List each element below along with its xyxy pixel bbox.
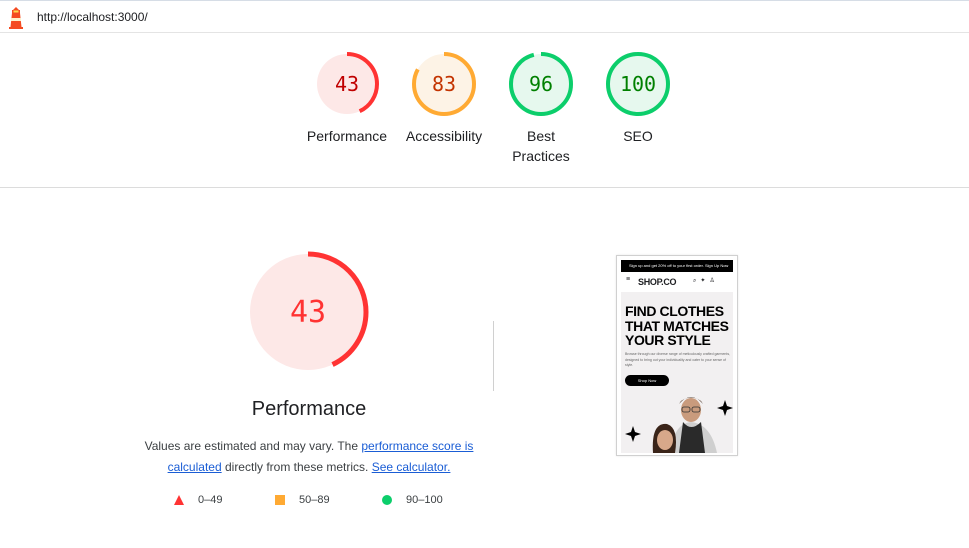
- hero-line: FIND CLOTHES: [625, 303, 724, 319]
- shop-brand: SHOP.CO: [638, 277, 677, 287]
- legend-range: 50–89: [299, 494, 330, 506]
- legend-range: 90–100: [406, 494, 443, 506]
- gauge-label: Best Practices: [491, 126, 591, 166]
- accessibility-gauge-ring: 83: [412, 52, 476, 116]
- shop-nav: ≡ SHOP.CO ⌕✦♙: [621, 272, 733, 292]
- performance-gauge-ring: 43: [315, 52, 379, 116]
- promo-banner: Sign up and get 20% off to your first or…: [621, 260, 733, 272]
- report-url[interactable]: http://localhost:3000/: [37, 10, 148, 24]
- best-practices-gauge-ring: 96: [509, 52, 573, 116]
- lighthouse-logo-icon: [9, 7, 23, 29]
- gauge-performance[interactable]: 43 Performance: [297, 51, 397, 146]
- gauge-score: 83: [432, 72, 456, 96]
- performance-description: Values are estimated and may vary. The p…: [138, 436, 480, 478]
- nav-icons: ⌕✦♙: [693, 278, 719, 284]
- gauge-score: 43: [290, 295, 326, 330]
- url-bar: http://localhost:3000/: [0, 0, 969, 33]
- final-screenshot[interactable]: Sign up and get 20% off to your first or…: [616, 255, 738, 456]
- gauge-score: 43: [335, 72, 359, 96]
- hero-description: Browse through our diverse range of meti…: [625, 352, 731, 367]
- performance-title: Performance: [251, 398, 367, 420]
- hero-title: FIND CLOTHES THAT MATCHES YOUR STYLE: [625, 304, 733, 348]
- section-divider: [493, 321, 494, 391]
- circle-icon: [382, 495, 392, 505]
- hero-line: THAT MATCHES: [625, 317, 729, 334]
- seo-gauge-ring: 100: [606, 52, 670, 116]
- desc-text: directly from these metrics.: [221, 460, 372, 474]
- performance-main-gauge: 43: [218, 250, 398, 374]
- performance-main-ring: 43: [247, 251, 369, 373]
- square-icon: [275, 495, 285, 505]
- gauge-accessibility[interactable]: 83 Accessibility: [394, 51, 494, 146]
- desc-text: Values are estimated and may vary. The: [144, 439, 362, 453]
- menu-icon: ≡: [626, 276, 631, 283]
- gauge-score: 96: [529, 72, 553, 96]
- gauge-label: Accessibility: [405, 128, 483, 144]
- hero-photo: [621, 392, 733, 453]
- gauge-label-line: Best: [526, 128, 555, 144]
- gauge-seo[interactable]: 100 SEO: [588, 51, 688, 146]
- gauge-label: SEO: [623, 128, 653, 144]
- gauge-label-line: Practices: [512, 148, 570, 164]
- gauge-best-practices[interactable]: 96 Best Practices: [491, 51, 591, 166]
- see-calculator-link[interactable]: See calculator.: [372, 460, 451, 474]
- hero-line: YOUR STYLE: [625, 332, 711, 348]
- gauge-label: Performance: [306, 128, 388, 144]
- shop-now-button: Shop Now: [625, 375, 669, 386]
- category-scores: 43 Performance 83 Accessibility 96 Best …: [0, 33, 969, 188]
- legend-range: 0–49: [198, 494, 223, 506]
- gauge-score: 100: [620, 72, 656, 96]
- screenshot-page: Sign up and get 20% off to your first or…: [621, 260, 733, 453]
- triangle-icon: [174, 495, 184, 505]
